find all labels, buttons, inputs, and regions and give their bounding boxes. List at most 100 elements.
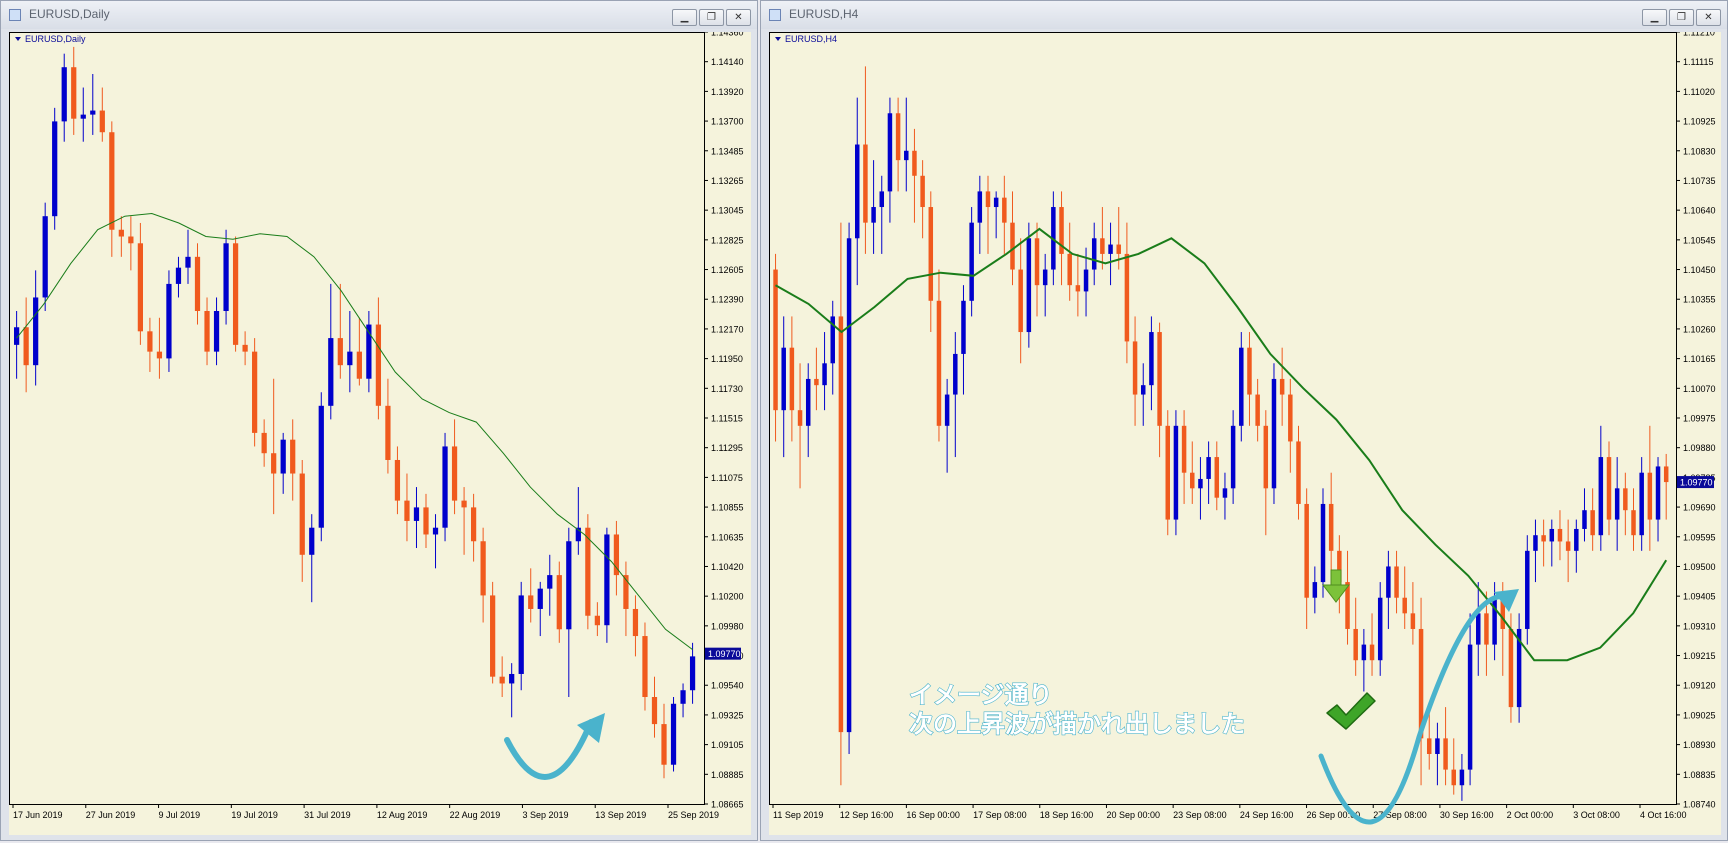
candle-body (1565, 541, 1571, 551)
candle-body (394, 459, 401, 501)
candle (1525, 535, 1530, 645)
candle-body (1018, 269, 1023, 333)
candle-body (1247, 347, 1252, 395)
candle-body (604, 534, 610, 626)
candle-body (1206, 457, 1211, 479)
candle-body (1222, 488, 1228, 498)
y-tick-label: 1.09025 (1683, 710, 1716, 720)
candle-body (404, 500, 410, 521)
candle-body (318, 405, 324, 528)
window-titlebar[interactable]: EURUSD,Daily ▁ ❐ ✕ (1, 1, 757, 29)
candle-body (1288, 394, 1293, 442)
candle-body (1173, 425, 1179, 520)
candle-body (670, 703, 677, 765)
current-price-label: 1.09770 (708, 649, 741, 659)
candle-body (961, 300, 966, 354)
candle-body (432, 527, 439, 535)
candle-body (805, 378, 811, 426)
candle-body (242, 344, 248, 352)
candle (223, 229, 229, 325)
candle-body (1606, 457, 1612, 520)
y-tick-label: 1.09310 (1683, 621, 1716, 631)
candle-body (1157, 332, 1162, 426)
candle-body (680, 690, 686, 704)
candle-body (499, 676, 505, 684)
y-tick-label: 1.10830 (1683, 146, 1716, 156)
candle-body (1590, 510, 1595, 536)
restore-icon[interactable]: ❐ (1669, 9, 1694, 26)
candle-body (1459, 769, 1465, 786)
x-tick-label: 17 Jun 2019 (13, 810, 63, 820)
candle (518, 581, 524, 691)
candle-body (518, 595, 524, 674)
y-tick-label: 1.09120 (1683, 681, 1716, 691)
x-tick-label: 30 Sep 16:00 (1440, 810, 1494, 820)
candle-body (594, 615, 600, 626)
candle-body (1255, 394, 1260, 426)
candle-body (1394, 566, 1399, 598)
y-tick-label: 1.08885 (711, 770, 744, 780)
y-tick-label: 1.09690 (1683, 503, 1716, 513)
daily-chart-svg: EURUSD,Daily 1.14360 1.14140 1.13920 1.13700… (9, 28, 751, 835)
candle-body (1140, 385, 1146, 395)
candle-body (1010, 222, 1015, 270)
chart-area[interactable]: EURUSD,Daily 1.14360 1.14140 1.13920 1.13700… (9, 28, 751, 839)
candle-body (490, 595, 496, 677)
close-icon[interactable]: ✕ (1696, 9, 1721, 26)
candle-body (118, 229, 124, 237)
y-tick-label: 1.11730 (711, 384, 743, 394)
candle-body (461, 500, 467, 508)
candle-body (661, 724, 667, 765)
candle (318, 392, 324, 542)
candle-body (375, 324, 382, 406)
close-icon[interactable]: ✕ (726, 9, 751, 26)
y-tick-label: 1.13700 (711, 117, 744, 127)
candle-body (109, 132, 115, 230)
x-tick-label: 23 Sep 08:00 (1173, 810, 1227, 820)
chart-background (9, 32, 751, 835)
candle-body (99, 110, 105, 133)
chart-window-h4: EURUSD,H4 ▁ ❐ ✕ EURUSD,H4 1.11210 1.11115 1… (760, 0, 1728, 841)
candle (1173, 410, 1179, 536)
candle-body (261, 432, 267, 454)
candle-body (1091, 238, 1097, 270)
candle-body (328, 338, 334, 406)
candle-body (1655, 466, 1661, 520)
candle-body (309, 527, 315, 555)
candle (1165, 410, 1171, 536)
candle-body (632, 608, 639, 637)
candle-body (1116, 244, 1121, 254)
y-tick-label: 1.14360 (711, 32, 744, 38)
window-titlebar[interactable]: EURUSD,H4 ▁ ❐ ✕ (761, 1, 1727, 29)
candle-body (356, 351, 362, 379)
candle-body (920, 175, 925, 208)
candle (42, 202, 48, 312)
symbol-label: EURUSD,H4 (785, 34, 837, 44)
x-tick-label: 22 Aug 2019 (450, 810, 501, 820)
candle-body (1353, 628, 1358, 661)
candle-body (537, 588, 543, 609)
minimize-icon[interactable]: ▁ (672, 9, 697, 26)
candle-body (613, 534, 620, 576)
candle-body (1198, 478, 1203, 489)
candle-body (1467, 644, 1473, 770)
candle-body (1328, 503, 1334, 551)
restore-icon[interactable]: ❐ (699, 9, 724, 26)
candle-body (1533, 535, 1538, 551)
candle-body (252, 351, 258, 433)
y-tick-label: 1.09405 (1683, 592, 1716, 602)
y-tick-label: 1.11115 (1683, 57, 1714, 67)
chart-area[interactable]: EURUSD,H4 1.11210 1.11115 1.11020 1.10925 1.1… (769, 28, 1721, 839)
candle (232, 236, 239, 352)
candle-body (1230, 425, 1236, 489)
candle-body (1149, 332, 1154, 386)
x-tick-label: 16 Sep 00:00 (906, 810, 960, 820)
y-tick-label: 1.08930 (1683, 740, 1716, 750)
candle-body (985, 191, 991, 208)
y-tick-label: 1.13045 (711, 206, 744, 216)
candle-body (1598, 457, 1604, 536)
minimize-icon[interactable]: ▁ (1642, 9, 1667, 26)
annotation-line-1: イメージ通り (909, 682, 1053, 709)
x-tick-label: 31 Jul 2019 (304, 810, 351, 820)
candle-body (1361, 644, 1367, 661)
